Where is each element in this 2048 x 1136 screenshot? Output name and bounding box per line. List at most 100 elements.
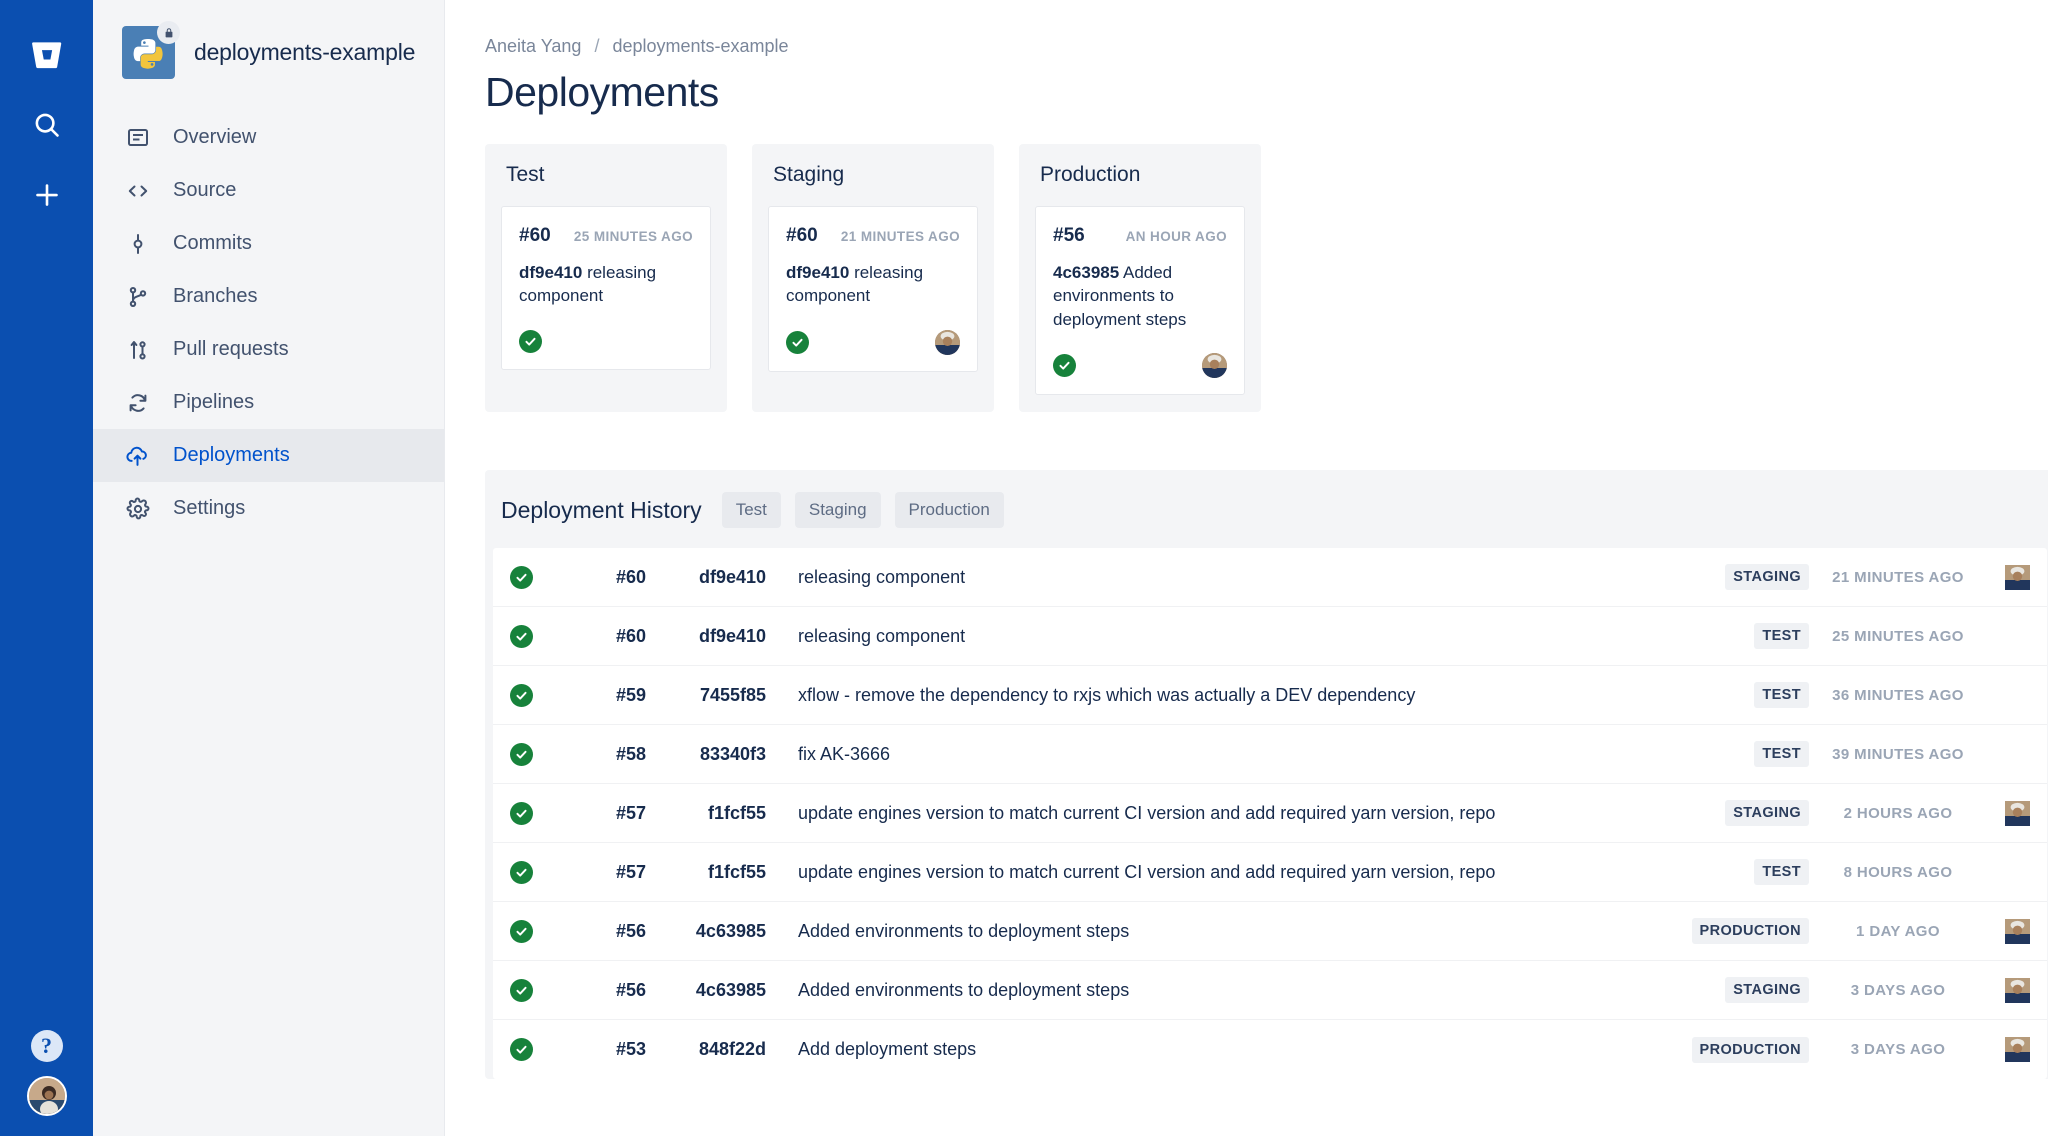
- sidebar-item-source[interactable]: Source: [93, 164, 444, 217]
- commit-hash[interactable]: 848f22d: [646, 1039, 772, 1060]
- avatar[interactable]: [1987, 919, 2047, 944]
- environment-card-staging: Staging #60 21 MINUTES AGO df9e410 relea…: [752, 144, 994, 412]
- environment-badge: PRODUCTION: [1674, 918, 1809, 944]
- commit-message: releasing component: [772, 626, 1674, 647]
- environment-badge: STAGING: [1674, 800, 1809, 826]
- repo-header[interactable]: deployments-example: [93, 26, 444, 79]
- table-row[interactable]: #60df9e410releasing componentTEST25 MINU…: [493, 607, 2047, 666]
- build-number: #56: [568, 921, 646, 942]
- sidebar-item-pipelines[interactable]: Pipelines: [93, 376, 444, 429]
- deployment-time: 25 MINUTES AGO: [574, 229, 693, 244]
- plus-icon[interactable]: [18, 166, 76, 224]
- environment-badge: PRODUCTION: [1674, 1037, 1809, 1063]
- build-number: #57: [568, 862, 646, 883]
- sidebar-item-branches[interactable]: Branches: [93, 270, 444, 323]
- breadcrumb: Aneita Yang / deployments-example: [485, 36, 2048, 57]
- avatar[interactable]: [1987, 801, 2047, 826]
- commit-hash[interactable]: df9e410: [646, 626, 772, 647]
- sidebar-item-label: Branches: [173, 285, 258, 308]
- status-successful-icon: [510, 625, 568, 648]
- status-successful-icon: [510, 802, 568, 825]
- deployment-footer: [519, 308, 693, 353]
- commit-hash[interactable]: 83340f3: [646, 744, 772, 765]
- commit-hash[interactable]: 4c63985: [646, 921, 772, 942]
- sidebar-item-pull-requests[interactable]: Pull requests: [93, 323, 444, 376]
- environment-badge: TEST: [1674, 859, 1809, 885]
- environment-latest-deployment[interactable]: #60 25 MINUTES AGO df9e410 releasing com…: [501, 206, 711, 370]
- sidebar-item-settings[interactable]: Settings: [93, 482, 444, 535]
- sidebar-item-overview[interactable]: Overview: [93, 111, 444, 164]
- table-row[interactable]: #564c63985Added environments to deployme…: [493, 902, 2047, 961]
- rail-bottom-group: ?: [0, 1030, 93, 1116]
- commit-hash[interactable]: 4c63985: [646, 980, 772, 1001]
- status-successful-icon: [1053, 354, 1076, 377]
- filter-tab-production[interactable]: Production: [895, 492, 1004, 528]
- table-row[interactable]: #597455f85xflow - remove the dependency …: [493, 666, 2047, 725]
- environment-badge: TEST: [1674, 741, 1809, 767]
- table-row[interactable]: #5883340f3fix AK-3666TEST39 MINUTES AGO: [493, 725, 2047, 784]
- sidebar-item-label: Pipelines: [173, 391, 254, 414]
- commit-hash[interactable]: f1fcf55: [646, 803, 772, 824]
- commit-hash[interactable]: 7455f85: [646, 685, 772, 706]
- search-icon[interactable]: [18, 96, 76, 154]
- status-successful-icon: [510, 920, 568, 943]
- deployment-footer: [1053, 331, 1227, 378]
- help-icon[interactable]: ?: [31, 1030, 63, 1062]
- filter-tab-test[interactable]: Test: [722, 492, 781, 528]
- build-number: #56: [568, 980, 646, 1001]
- build-number: #58: [568, 744, 646, 765]
- commit-message: update engines version to match current …: [772, 803, 1674, 824]
- status-successful-icon: [786, 331, 809, 354]
- table-row[interactable]: #57f1fcf55update engines version to matc…: [493, 784, 2047, 843]
- table-row[interactable]: #53848f22dAdd deployment stepsPRODUCTION…: [493, 1020, 2047, 1079]
- avatar[interactable]: [1987, 978, 2047, 1003]
- build-number: #53: [568, 1039, 646, 1060]
- table-row[interactable]: #57f1fcf55update engines version to matc…: [493, 843, 2047, 902]
- build-number: #60: [568, 626, 646, 647]
- commit-message: fix AK-3666: [772, 744, 1674, 765]
- avatar[interactable]: [1987, 565, 2047, 590]
- status-successful-icon: [510, 1038, 568, 1061]
- sidebar-item-deployments[interactable]: Deployments: [93, 429, 444, 482]
- breadcrumb-owner[interactable]: Aneita Yang: [485, 36, 581, 56]
- environment-latest-deployment[interactable]: #56 AN HOUR AGO 4c63985 Added environmen…: [1035, 206, 1245, 395]
- deployment-time: 36 MINUTES AGO: [1809, 687, 1987, 704]
- commit-message: Added environments to deployment steps: [772, 980, 1674, 1001]
- status-successful-icon: [519, 330, 542, 353]
- deployment-meta: #60 21 MINUTES AGO: [786, 225, 960, 247]
- build-number: #60: [568, 567, 646, 588]
- table-row[interactable]: #564c63985Added environments to deployme…: [493, 961, 2047, 1020]
- profile-avatar[interactable]: [27, 1076, 67, 1116]
- python-logo-icon: [122, 26, 175, 79]
- status-successful-icon: [510, 684, 568, 707]
- deployment-meta: #60 25 MINUTES AGO: [519, 225, 693, 247]
- environment-card-production: Production #56 AN HOUR AGO 4c63985 Added…: [1019, 144, 1261, 412]
- build-number: #60: [786, 225, 818, 247]
- code-brackets-icon: [124, 177, 151, 204]
- environment-cards: Test #60 25 MINUTES AGO df9e410 releasin…: [485, 144, 2048, 412]
- table-row[interactable]: #60df9e410releasing componentSTAGING21 M…: [493, 548, 2047, 607]
- avatar[interactable]: [935, 330, 960, 355]
- avatar[interactable]: [1202, 353, 1227, 378]
- breadcrumb-repo[interactable]: deployments-example: [612, 36, 788, 56]
- pipelines-icon: [124, 389, 151, 416]
- deployment-commit: df9e410 releasing component: [519, 261, 693, 308]
- sidebar-item-label: Source: [173, 179, 236, 202]
- commit-hash[interactable]: f1fcf55: [646, 862, 772, 883]
- deployment-footer: [786, 308, 960, 355]
- commit-hash: df9e410: [786, 263, 849, 282]
- app-root: ?: [0, 0, 2048, 1136]
- overview-icon: [124, 124, 151, 151]
- deployment-time: 3 DAYS AGO: [1809, 982, 1987, 999]
- environment-latest-deployment[interactable]: #60 21 MINUTES AGO df9e410 releasing com…: [768, 206, 978, 372]
- sidebar-item-commits[interactable]: Commits: [93, 217, 444, 270]
- repo-sidebar: deployments-example Overview Source: [93, 0, 445, 1136]
- bitbucket-logo-icon[interactable]: [18, 26, 76, 84]
- deployment-history-panel: Deployment History Test Staging Producti…: [485, 470, 2048, 1079]
- repo-name: deployments-example: [194, 39, 415, 66]
- avatar[interactable]: [1987, 1037, 2047, 1062]
- deployment-history-title: Deployment History: [501, 497, 702, 524]
- environment-name: Production: [1035, 163, 1245, 187]
- commit-hash[interactable]: df9e410: [646, 567, 772, 588]
- filter-tab-staging[interactable]: Staging: [795, 492, 881, 528]
